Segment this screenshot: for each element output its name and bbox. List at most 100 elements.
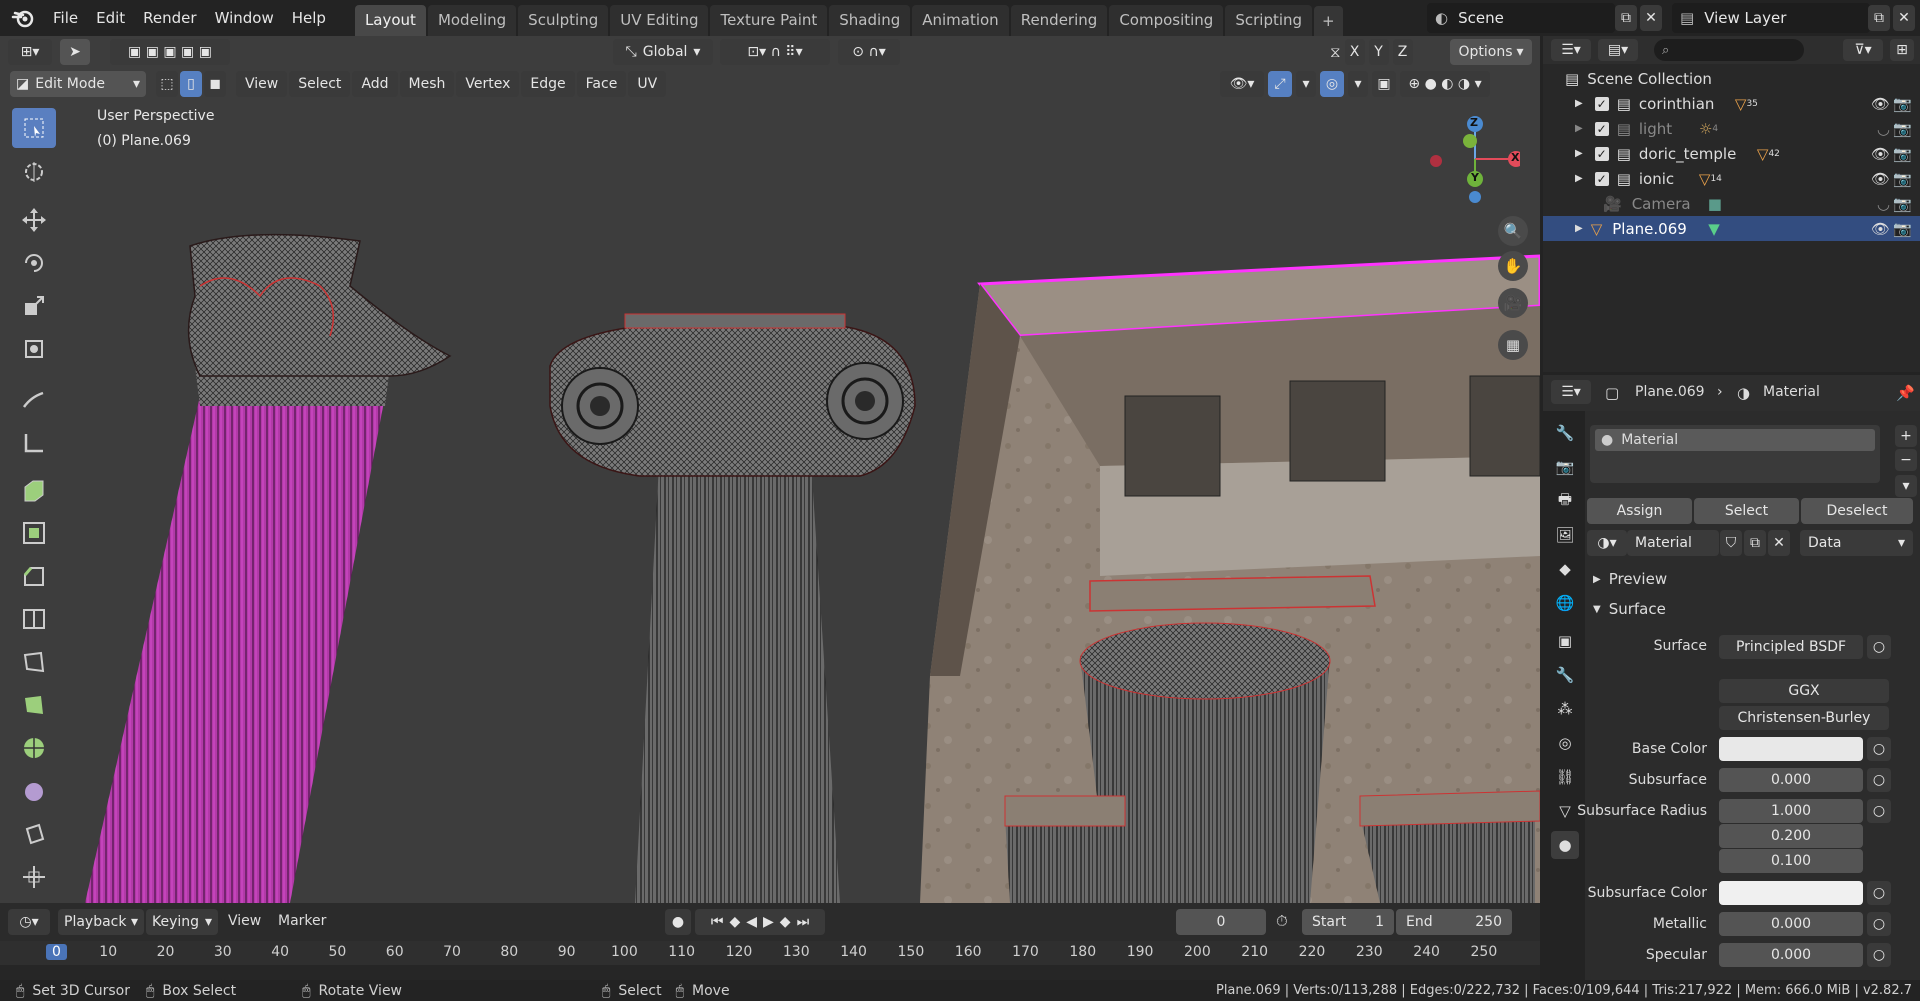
material-slot-row[interactable]: ● Material: [1595, 429, 1875, 451]
rotate-tool-icon[interactable]: [12, 243, 56, 283]
camera-view-icon[interactable]: 🎥: [1498, 288, 1528, 318]
mirror-icon[interactable]: ⧖: [1330, 43, 1341, 61]
preview-panel-header[interactable]: ▶ Preview: [1593, 570, 1667, 588]
loop-cut-tool-icon[interactable]: [12, 599, 56, 639]
menu-help[interactable]: Help: [283, 9, 335, 27]
transform-tool-icon[interactable]: [12, 329, 56, 369]
surface-shader-dropdown[interactable]: Principled BSDF: [1719, 635, 1863, 659]
transform-orientation-dropdown[interactable]: ⤡ Global ▾: [613, 39, 713, 65]
subsurface-radius-y-field[interactable]: 0.200: [1719, 824, 1863, 848]
expand-arrow-icon[interactable]: ▶: [1575, 148, 1583, 159]
eye-icon[interactable]: 👁: [1871, 170, 1890, 188]
menu-render[interactable]: Render: [134, 9, 205, 27]
fake-user-icon[interactable]: ⛉: [1720, 530, 1742, 556]
play-reverse-icon[interactable]: ◀: [746, 914, 757, 930]
checkbox-icon[interactable]: ✓: [1594, 121, 1609, 136]
new-view-layer-icon[interactable]: ⧉: [1868, 5, 1890, 31]
tab-compositing[interactable]: Compositing: [1109, 5, 1224, 36]
eye-icon[interactable]: 👁: [1871, 145, 1890, 163]
view-layer-selector[interactable]: ▤ View Layer: [1672, 3, 1870, 33]
link-dropdown[interactable]: Data ▾: [1800, 530, 1913, 556]
physics-tab-icon[interactable]: ◎: [1551, 729, 1579, 757]
subsurface-radius-z-field[interactable]: 0.100: [1719, 849, 1863, 873]
camera-render-icon[interactable]: 📷: [1893, 170, 1912, 188]
menu-uv[interactable]: UV: [628, 71, 667, 97]
outliner-row-plane[interactable]: ▶ ▽ Plane.069 ▼ 👁 📷: [1543, 216, 1920, 241]
metallic-field[interactable]: 0.000: [1719, 912, 1863, 936]
snapping-icon[interactable]: ⊡▾ ∩ ⠿▾: [720, 39, 830, 65]
extrude-tool-icon[interactable]: [12, 470, 56, 510]
ortho-toggle-icon[interactable]: ▦: [1498, 330, 1528, 360]
expand-arrow-icon[interactable]: ▶: [1575, 98, 1583, 109]
tab-animation[interactable]: Animation: [912, 5, 1009, 36]
scale-tool-icon[interactable]: [12, 286, 56, 326]
base-color-swatch[interactable]: [1719, 737, 1863, 761]
outliner-row-camera[interactable]: 🎥 Camera ■ ◡ 📷: [1543, 191, 1920, 216]
remove-slot-icon[interactable]: −: [1895, 449, 1917, 471]
move-tool-icon[interactable]: [12, 200, 56, 240]
particles-tab-icon[interactable]: ⁂: [1551, 695, 1579, 723]
edge-select-icon[interactable]: ▯: [180, 71, 202, 97]
axis-x-toggle[interactable]: X: [1344, 39, 1365, 65]
expand-arrow-icon[interactable]: ▶: [1575, 123, 1583, 134]
selection-modes-icon[interactable]: ▣ ▣ ▣ ▣ ▣: [110, 39, 230, 65]
checkbox-icon[interactable]: ✓: [1594, 171, 1609, 186]
node-link-icon[interactable]: ○: [1867, 881, 1891, 905]
menu-add[interactable]: Add: [352, 71, 398, 97]
camera-render-icon[interactable]: 📷: [1893, 95, 1912, 113]
options-dropdown[interactable]: Options ▾: [1450, 39, 1532, 65]
tab-layout[interactable]: Layout: [354, 5, 426, 36]
menu-select[interactable]: Select: [289, 71, 351, 97]
menu-vertex[interactable]: Vertex: [456, 71, 520, 97]
remove-view-layer-icon[interactable]: ✕: [1893, 5, 1915, 31]
bevel-tool-icon[interactable]: [12, 556, 56, 596]
render-tab-icon[interactable]: 📷: [1551, 453, 1579, 481]
node-link-icon[interactable]: ○: [1867, 768, 1891, 792]
node-link-icon[interactable]: ○: [1867, 635, 1891, 659]
blender-logo-icon[interactable]: [8, 3, 38, 33]
menu-edit[interactable]: Edit: [87, 9, 134, 27]
world-tab-icon[interactable]: 🌐: [1551, 589, 1579, 617]
node-link-icon[interactable]: ○: [1867, 799, 1891, 823]
next-keyframe-icon[interactable]: ◆: [780, 914, 791, 930]
select-button[interactable]: Select: [1694, 498, 1799, 524]
knife-tool-icon[interactable]: [12, 642, 56, 682]
modifier-tab-icon[interactable]: 🔧: [1551, 661, 1579, 689]
tab-scripting[interactable]: Scripting: [1225, 5, 1313, 36]
frame-ruler[interactable]: 0 10 20 30 40 50 60 70 80 90 100 110 120 130 140 150 160…: [0, 941, 1540, 965]
scene-tab-icon[interactable]: ◆: [1551, 555, 1579, 583]
material-name-field[interactable]: Material: [1627, 530, 1719, 556]
filter-icon[interactable]: ⊽▾: [1843, 39, 1883, 61]
face-select-icon[interactable]: ◼: [204, 71, 226, 97]
shading-modes-icon[interactable]: ⊕ ● ◐ ◑ ▾: [1400, 71, 1490, 97]
node-link-icon[interactable]: ○: [1867, 737, 1891, 761]
prev-keyframe-icon[interactable]: ◆: [729, 914, 740, 930]
checkbox-icon[interactable]: ✓: [1594, 96, 1609, 111]
subsurface-radius-x-field[interactable]: 1.000: [1719, 799, 1863, 823]
menu-mesh[interactable]: Mesh: [399, 71, 455, 97]
cursor-tool-icon[interactable]: [12, 152, 56, 192]
eye-icon[interactable]: 👁: [1871, 95, 1890, 113]
gizmo-icon[interactable]: ⤢: [1268, 71, 1292, 97]
tool-tab-icon[interactable]: 🔧: [1551, 419, 1579, 447]
checkbox-icon[interactable]: ✓: [1594, 146, 1609, 161]
current-frame-field[interactable]: 0: [1176, 909, 1266, 935]
unlink-material-icon[interactable]: ✕: [1768, 530, 1790, 556]
navigation-gizmo[interactable]: Z X Y: [1430, 112, 1524, 207]
specular-field[interactable]: 0.000: [1719, 943, 1863, 967]
display-mode-icon[interactable]: ▤▾: [1598, 39, 1638, 61]
start-frame-field[interactable]: Start 1: [1302, 909, 1394, 935]
proportional-edit-icon[interactable]: ⊙ ∩▾: [838, 39, 900, 65]
vertex-select-icon[interactable]: ⬚: [156, 71, 178, 97]
jump-end-icon[interactable]: ⏭: [797, 914, 810, 930]
xray-icon[interactable]: ▣: [1372, 71, 1396, 97]
axis-y-toggle[interactable]: Y: [1368, 39, 1389, 65]
chevron-down-icon[interactable]: ▾: [1296, 71, 1316, 97]
timeline-marker-menu[interactable]: Marker: [278, 913, 326, 929]
outliner-row-corinthian[interactable]: ▶ ✓ ▤ corinthian ▽ 35 👁 📷: [1543, 91, 1920, 116]
select-box-tool-icon[interactable]: [12, 108, 56, 148]
mode-dropdown[interactable]: ◪ Edit Mode ▾: [10, 71, 146, 97]
deselect-button[interactable]: Deselect: [1801, 498, 1913, 524]
camera-render-icon[interactable]: 📷: [1893, 220, 1912, 238]
material-tab-icon[interactable]: ●: [1551, 831, 1579, 859]
